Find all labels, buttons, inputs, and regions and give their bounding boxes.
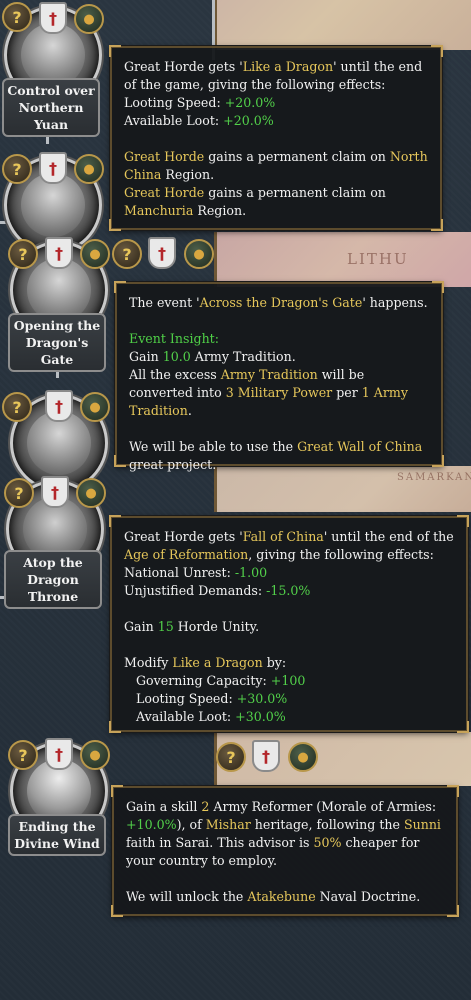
tooltip-line: Gain 15 Horde Unity. bbox=[124, 619, 260, 634]
mission-opening-the-dragons-gate[interactable]: ? † ● Opening the Dragon's Gate bbox=[8, 235, 110, 372]
medal-icon: ● bbox=[76, 478, 106, 508]
tooltip-line: Available Loot: +30.0% bbox=[136, 709, 286, 724]
mission-title: Atop the Dragon Throne bbox=[4, 550, 102, 609]
tooltip-line: We will be able to use the Great Wall of… bbox=[129, 439, 423, 472]
shield-icon: † bbox=[39, 2, 67, 34]
tooltip-line: Gain a skill 2 Army Reformer (Morale of … bbox=[126, 799, 441, 868]
tooltip-line: Modify Like a Dragon by: bbox=[124, 655, 287, 670]
tooltip-line: Great Horde gains a permanent claim on M… bbox=[124, 185, 386, 218]
tooltip-line: Governing Capacity: +100 bbox=[136, 673, 306, 688]
tooltip-line: Great Horde gets 'Fall of China' until t… bbox=[124, 529, 454, 562]
medal-icon: ● bbox=[184, 239, 214, 269]
shield-icon: † bbox=[45, 390, 73, 422]
question-icon[interactable]: ? bbox=[112, 239, 142, 269]
shield-icon: † bbox=[39, 152, 67, 184]
tooltip-line: All the excess Army Tradition will be co… bbox=[129, 367, 408, 418]
shield-icon: † bbox=[45, 738, 73, 770]
question-icon[interactable]: ? bbox=[2, 2, 32, 32]
map-label-lithuania: LITHU bbox=[347, 250, 409, 268]
mission-title: Ending the Divine Wind bbox=[8, 814, 106, 856]
medal-icon: ● bbox=[74, 4, 104, 34]
map-fragment-top bbox=[214, 0, 471, 50]
mission-node[interactable]: ? † ● bbox=[2, 150, 104, 254]
tooltip-line: Available Loot: +20.0% bbox=[124, 113, 274, 128]
shield-icon: † bbox=[252, 740, 280, 772]
medal-icon: ● bbox=[80, 239, 110, 269]
tooltip-line: Looting Speed: +30.0% bbox=[136, 691, 288, 706]
event-insight-heading: Event Insight: bbox=[129, 331, 219, 346]
map-fragment-middle: LITHU bbox=[214, 232, 471, 287]
question-icon[interactable]: ? bbox=[4, 478, 34, 508]
mission-node[interactable]: ? † ● bbox=[216, 738, 318, 778]
tooltip-control-over-northern-yuan: Great Horde gets 'Like a Dragon' until t… bbox=[109, 45, 443, 231]
tooltip-ending-the-divine-wind: Gain a skill 2 Army Reformer (Morale of … bbox=[111, 785, 459, 917]
shield-icon: † bbox=[148, 237, 176, 269]
tooltip-line: National Unrest: -1.00 bbox=[124, 565, 268, 580]
question-icon[interactable]: ? bbox=[8, 239, 38, 269]
question-icon[interactable]: ? bbox=[216, 742, 246, 772]
tooltip-line: Great Horde gains a permanent claim on N… bbox=[124, 149, 428, 182]
mission-title: Opening the Dragon's Gate bbox=[8, 313, 106, 372]
mission-node[interactable]: ? † ● bbox=[112, 235, 214, 275]
medal-icon: ● bbox=[74, 154, 104, 184]
tooltip-opening-the-dragons-gate: The event 'Across the Dragon's Gate' hap… bbox=[114, 281, 444, 472]
tooltip-line: Unjustified Demands: -15.0% bbox=[124, 583, 311, 598]
medal-icon: ● bbox=[80, 740, 110, 770]
question-icon[interactable]: ? bbox=[2, 154, 32, 184]
tooltip-line: Gain 10.0 Army Tradition. bbox=[129, 349, 296, 364]
mission-control-over-northern-yuan[interactable]: ? † ● Control over Northern Yuan bbox=[2, 0, 104, 137]
question-icon[interactable]: ? bbox=[2, 392, 32, 422]
mission-node[interactable]: ? † ● bbox=[2, 388, 110, 492]
mission-atop-the-dragon-throne[interactable]: ? † ● Atop the Dragon Throne bbox=[4, 474, 106, 609]
mission-ending-the-divine-wind[interactable]: ? † ● Ending the Divine Wind bbox=[8, 736, 110, 856]
tooltip-line: Looting Speed: +20.0% bbox=[124, 95, 276, 110]
tooltip-atop-the-dragon-throne: Great Horde gets 'Fall of China' until t… bbox=[109, 515, 469, 733]
mission-title: Control over Northern Yuan bbox=[2, 78, 100, 137]
question-icon[interactable]: ? bbox=[8, 740, 38, 770]
tooltip-line: We will unlock the Atakebune Naval Doctr… bbox=[126, 889, 421, 904]
medal-icon: ● bbox=[288, 742, 318, 772]
shield-icon: † bbox=[45, 237, 73, 269]
medal-icon: ● bbox=[80, 392, 110, 422]
tooltip-line: The event 'Across the Dragon's Gate' hap… bbox=[129, 295, 428, 310]
tooltip-line: Great Horde gets 'Like a Dragon' until t… bbox=[124, 59, 423, 92]
shield-icon: † bbox=[41, 476, 69, 508]
